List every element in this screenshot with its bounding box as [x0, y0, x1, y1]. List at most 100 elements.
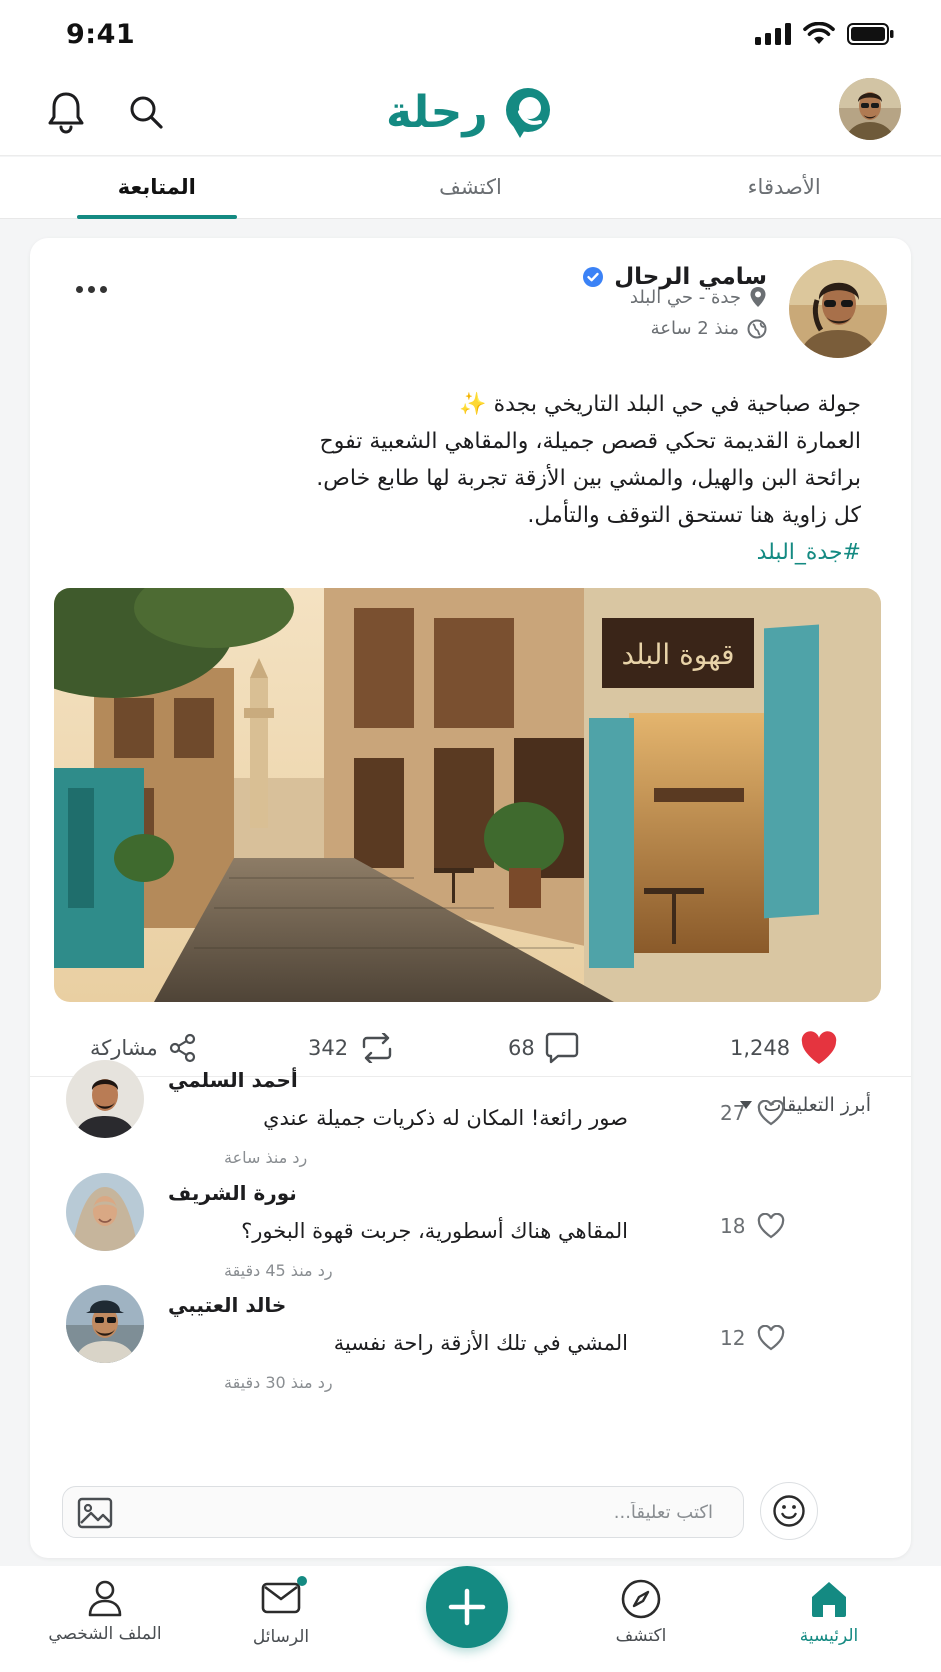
post-time-row: منذ 2 ساعة: [651, 318, 767, 339]
envelope-icon: [261, 1582, 301, 1614]
wifi-icon: [803, 22, 835, 44]
battery-icon: [847, 23, 894, 45]
more-dots-icon: [75, 285, 83, 293]
old-town-street-photo: قهوة البلد: [54, 588, 881, 1002]
image-icon: [77, 1497, 113, 1529]
reply-button[interactable]: رد: [318, 1261, 333, 1280]
comment-item-3: خالد العتيبي المشي في تلك الأزقة راحة نف…: [30, 1285, 911, 1395]
commenter-name[interactable]: أحمد السلمي: [168, 1068, 298, 1092]
tab-explore[interactable]: اكتشف: [314, 157, 628, 218]
nav-messages[interactable]: الرسائل: [206, 1576, 356, 1647]
attach-image-button[interactable]: [77, 1497, 113, 1529]
commenter-portrait: [66, 1285, 144, 1363]
post-text-line: جولة صباحية في حي البلد التاريخي بجدة ✨: [459, 392, 861, 417]
nav-explore-label: اكتشف: [615, 1626, 667, 1646]
logo-text: رحلة: [386, 86, 488, 138]
cafe-sign-text: قهوة البلد: [621, 638, 734, 671]
comment-meta: رد منذ 30 دقيقة: [168, 1373, 333, 1392]
search-icon: [130, 96, 163, 129]
verified-badge-icon: [583, 267, 604, 287]
comment-meta: رد منذ ساعة: [168, 1148, 307, 1167]
nav-profile-label: الملف الشخصي: [48, 1624, 162, 1644]
unread-dot: [297, 1576, 307, 1586]
post-card: سامي الرحال جدة - حي البلد منذ 2 ساعة جو…: [30, 238, 911, 1558]
comment-count: 68: [508, 1036, 535, 1060]
post-text: جولة صباحية في حي البلد التاريخي بجدة ✨ …: [221, 386, 861, 571]
comment-like-count: 18: [720, 1214, 746, 1238]
post-text-line: برائحة البن والهيل، والمشي بين الأزقة تج…: [316, 466, 861, 491]
heart-outline-icon: [758, 1325, 785, 1351]
messages-icon-wrap: [261, 1576, 307, 1621]
bottom-nav: الملف الشخصي الرسائل اكتشف الرئيسية: [0, 1566, 941, 1672]
nav-home-label: الرئيسية: [799, 1626, 859, 1646]
comment-input[interactable]: [127, 1487, 727, 1537]
search-button[interactable]: [120, 86, 172, 138]
globe-icon: [747, 319, 767, 338]
post-location[interactable]: جدة - حي البلد: [630, 287, 741, 308]
post-image[interactable]: قهوة البلد: [54, 588, 881, 1002]
repost-count: 342: [308, 1036, 349, 1060]
nav-explore[interactable]: اكتشف: [566, 1578, 716, 1646]
comment-composer: [62, 1486, 744, 1538]
tab-following[interactable]: المتابعة: [0, 157, 314, 218]
comment-text: المشي في تلك الأزقة راحة نفسية: [333, 1331, 628, 1355]
status-bar: 9:41: [0, 0, 941, 68]
commenter-avatar[interactable]: [66, 1173, 144, 1251]
comment-time: منذ ساعة: [224, 1148, 288, 1167]
post-time: منذ 2 ساعة: [650, 318, 739, 339]
repost-icon: [362, 1033, 392, 1063]
cellular-signal-icon: [755, 23, 791, 45]
logo-mark-icon: [505, 88, 550, 138]
comment-like-count: 12: [720, 1326, 746, 1350]
app-logo: رحلة: [386, 78, 558, 146]
comment-like-button[interactable]: 12: [720, 1325, 785, 1351]
bell-icon: [48, 92, 84, 134]
comment-item-1: أحمد السلمي صور رائعة! المكان له ذكريات …: [30, 1060, 911, 1170]
nav-home[interactable]: الرئيسية: [754, 1578, 904, 1646]
compass-icon: [621, 1579, 661, 1619]
avatar-portrait: [839, 78, 901, 140]
comment-like-count: 27: [720, 1101, 746, 1125]
commenter-portrait: [66, 1173, 144, 1251]
reply-button[interactable]: رد: [292, 1148, 307, 1167]
post-more-button[interactable]: [66, 274, 116, 304]
reply-button[interactable]: رد: [318, 1373, 333, 1392]
post-text-line: كل زاوية هنا تستحق التوقف والتأمل.: [527, 503, 861, 528]
comment-text: المقاهي هناك أسطورية، جربت قهوة البخور؟: [241, 1219, 628, 1243]
heart-outline-icon: [758, 1213, 785, 1239]
commenter-avatar[interactable]: [66, 1285, 144, 1363]
author-avatar[interactable]: [789, 260, 887, 358]
user-avatar[interactable]: [839, 78, 901, 140]
share-label: مشاركة: [90, 1036, 158, 1060]
notifications-button[interactable]: [40, 86, 92, 138]
home-icon: [812, 1582, 846, 1617]
comment-like-button[interactable]: 27: [720, 1100, 785, 1126]
nav-profile[interactable]: الملف الشخصي: [30, 1578, 180, 1644]
like-count: 1,248: [730, 1036, 791, 1060]
feed-tabs: الأصدقاء اكتشف المتابعة: [0, 157, 941, 219]
emoji-button[interactable]: [760, 1482, 818, 1540]
comment-time: منذ 45 دقيقة: [224, 1261, 313, 1280]
app-header: رحلة: [0, 68, 941, 156]
person-icon: [88, 1580, 122, 1617]
heart-outline-icon: [758, 1100, 785, 1126]
post-location-row: جدة - حي البلد: [630, 286, 767, 308]
create-post-button[interactable]: [426, 1566, 508, 1648]
status-icons: [755, 22, 895, 46]
commenter-name[interactable]: نورة الشريف: [168, 1181, 297, 1205]
location-pin-icon: [750, 287, 766, 307]
comment-like-button[interactable]: 18: [720, 1213, 785, 1239]
post-hashtag[interactable]: #جدة_البلد: [221, 534, 861, 571]
comment-meta: رد منذ 45 دقيقة: [168, 1261, 333, 1280]
plus-icon: [448, 1588, 486, 1626]
smiley-icon: [773, 1495, 805, 1527]
post-text-line: العمارة القديمة تحكي قصص جميلة، والمقاهي…: [319, 429, 861, 454]
author-portrait: [789, 260, 887, 358]
share-icon: [169, 1033, 195, 1063]
status-time: 9:41: [66, 18, 136, 50]
comment-item-2: نورة الشريف المقاهي هناك أسطورية، جربت ق…: [30, 1173, 911, 1283]
tab-friends[interactable]: الأصدقاء: [627, 157, 941, 218]
commenter-name[interactable]: خالد العتيبي: [168, 1293, 286, 1317]
comment-time: منذ 30 دقيقة: [224, 1373, 313, 1392]
nav-messages-label: الرسائل: [252, 1627, 310, 1647]
